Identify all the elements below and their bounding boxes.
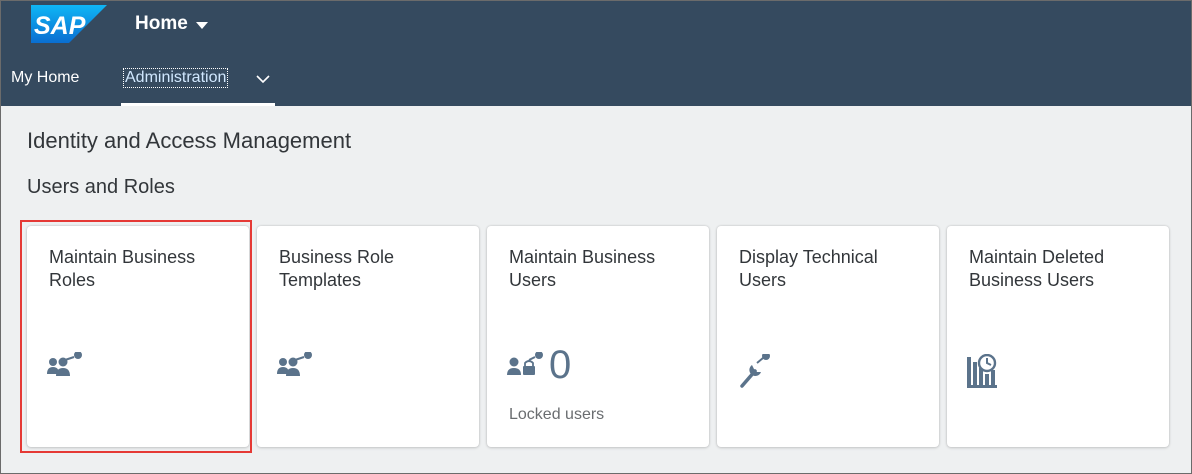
tab-administration-label: Administration [122, 68, 229, 88]
shell-header: SAP Home My Home Administration [1, 1, 1191, 106]
deleted-users-history-icon [967, 354, 997, 388]
tile-maintain-business-users[interactable]: Maintain Business Users 0 Locked users [487, 226, 709, 447]
sap-logo[interactable]: SAP [31, 5, 107, 43]
tile-title: Maintain Deleted Business Users [969, 247, 1105, 290]
tab-my-home[interactable]: My Home [11, 69, 79, 87]
wrench-key-icon [740, 354, 770, 388]
tile-title: Display Technical Users [739, 247, 878, 290]
tab-administration[interactable]: Administration [121, 61, 275, 106]
tile-business-role-templates[interactable]: Business Role Templates [257, 226, 479, 447]
home-menu-button[interactable]: Home [135, 11, 208, 37]
tile-footer: Locked users [509, 406, 605, 423]
caret-down-icon [195, 21, 208, 29]
group-title: Users and Roles [27, 176, 175, 198]
tile-maintain-deleted-business-users[interactable]: Maintain Deleted Business Users [947, 226, 1169, 447]
tile-title: Maintain Business Users [509, 247, 656, 290]
app-window: SAP Home My Home Administration Identity… [0, 0, 1192, 474]
section-title: Identity and Access Management [27, 128, 352, 153]
chevron-down-icon[interactable] [255, 73, 271, 85]
selected-tab-indicator [121, 103, 275, 106]
kpi-value: 0 [549, 343, 572, 387]
tile-title: Maintain Business Roles [49, 247, 196, 290]
business-role-key-icon [277, 352, 312, 376]
sap-logo-text: SAP [34, 12, 86, 40]
business-role-key-icon [47, 352, 82, 376]
space-tabs: My Home Administration [1, 61, 1191, 106]
tile-display-technical-users[interactable]: Display Technical Users [717, 226, 939, 447]
tile-maintain-business-roles[interactable]: Maintain Business Roles [27, 226, 249, 447]
home-title: Home [135, 13, 188, 34]
tile-title: Business Role Templates [279, 247, 395, 290]
locked-users-icon [507, 352, 543, 375]
